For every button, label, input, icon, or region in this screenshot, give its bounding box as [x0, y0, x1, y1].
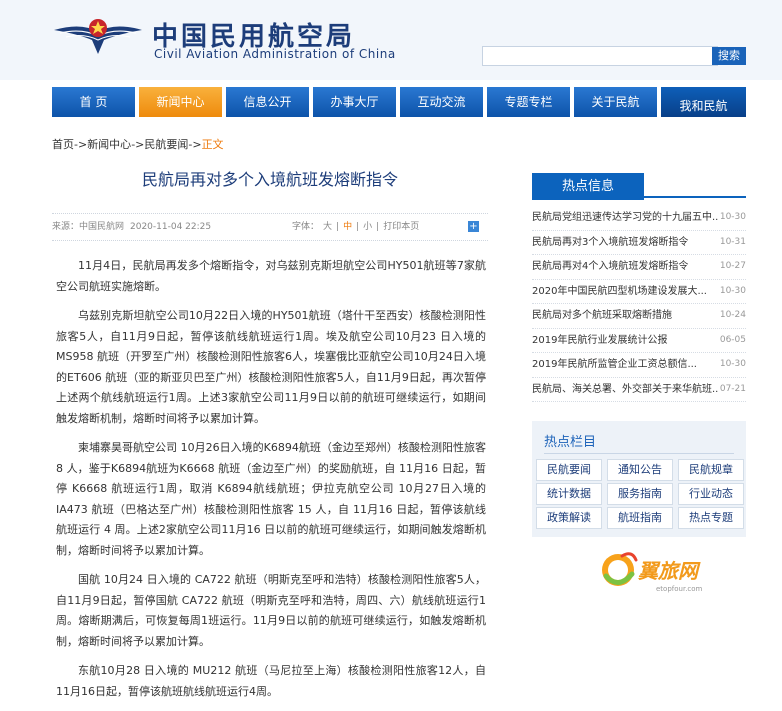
- nav-item-me-label: 我和民航: [679, 99, 728, 113]
- column-link-notices[interactable]: 通知公告: [607, 459, 673, 481]
- article-body: 11月4日，民航局再发多个熔断指令，对乌兹别克斯坦航空公司HY501航班等7家航…: [56, 256, 486, 711]
- share-plus-icon[interactable]: +: [468, 221, 479, 232]
- etopfour-brand-logo: 翼旅网 etopfour.com: [602, 552, 703, 593]
- nav-item-topics[interactable]: 专题专栏: [487, 87, 570, 117]
- hot-info-item-date: 10-30: [719, 285, 746, 296]
- hot-info-item-date: 10-30: [719, 359, 746, 369]
- nav-item-me[interactable]: 我和民航: [661, 87, 746, 117]
- hot-info-item[interactable]: 2019年民航所监管企业工资总额信... 10-30: [532, 353, 746, 378]
- brand-url: etopfour.com: [656, 585, 703, 593]
- brand-name-cn: 翼旅网: [637, 559, 701, 583]
- column-link-rules[interactable]: 民航规章: [678, 459, 744, 481]
- hot-info-item[interactable]: 民航局党组迅速传达学习党的十九届五中... 10-30: [532, 206, 746, 231]
- breadcrumb-sep: ->: [131, 138, 145, 151]
- print-link[interactable]: 打印本页: [383, 222, 419, 232]
- font-sep: |: [376, 222, 380, 232]
- nav-item-info[interactable]: 信息公开: [226, 87, 309, 117]
- hot-info-item-date: 06-05: [719, 334, 746, 345]
- hot-info-item-title: 民航局、海关总署、外交部关于来华航班...: [532, 383, 718, 395]
- hot-info-item-title: 2019年民航行业发展统计公报: [532, 334, 668, 346]
- nav-item-service[interactable]: 办事大厅: [313, 87, 396, 117]
- breadcrumb-news[interactable]: 新闻中心: [87, 138, 131, 151]
- site-header: 中国民用航空局 Civil Aviation Administration of…: [0, 0, 782, 80]
- article-title: 民航局再对多个入境航班发熔断指令: [141, 170, 398, 189]
- column-link-stats[interactable]: 统计数据: [536, 483, 602, 505]
- font-size-controls: 字体：大 | 中 | 小 | 打印本页: [290, 214, 421, 240]
- search-button[interactable]: 搜索: [712, 47, 746, 65]
- hot-info-item-date: 07-21: [719, 383, 746, 394]
- nav-item-news[interactable]: 新闻中心: [139, 87, 222, 117]
- hot-info-item-date: 10-24: [719, 310, 746, 320]
- hot-columns-rule: [544, 453, 734, 454]
- column-link-industry[interactable]: 行业动态: [678, 483, 744, 505]
- breadcrumb: 首页->新闻中心->民航要闻->正文: [52, 136, 224, 152]
- site-title-en: Civil Aviation Administration of China: [154, 47, 396, 61]
- article-paragraph: 柬埔寨昊哥航空公司 10月26日入境的K6894航班（金边至郑州）核酸检测阳性旅…: [56, 441, 486, 557]
- column-link-guide[interactable]: 服务指南: [607, 483, 673, 505]
- hot-info-item-title: 民航局党组迅速传达学习党的十九届五中...: [532, 212, 718, 223]
- hot-info-item-title: 民航局再对4个入境航班发熔断指令: [532, 261, 689, 272]
- main-nav: 首 页 新闻中心 信息公开 办事大厅 互动交流 专题专栏 关于民航 我和民航: [52, 87, 746, 117]
- breadcrumb-home[interactable]: 首页: [52, 138, 74, 151]
- caac-emblem-icon[interactable]: [52, 14, 144, 58]
- hot-info-item[interactable]: 民航局对多个航班采取熔断措施 10-24: [532, 304, 746, 329]
- article-paragraph: 11月4日，民航局再发多个熔断指令，对乌兹别克斯坦航空公司HY501航班等7家航…: [56, 259, 486, 293]
- article-paragraph: 乌兹别克斯坦航空公司10月22日入境的HY501航班（塔什干至西安）核酸检测阳性…: [56, 309, 486, 425]
- breadcrumb-category[interactable]: 民航要闻: [144, 138, 188, 151]
- font-small-link[interactable]: 小: [363, 222, 372, 232]
- article-paragraph: 东航10月28 日入境的 MU212 航班（马尼拉至上海）核酸检测阳性旅客12人…: [56, 664, 486, 698]
- hot-columns-box: 热点栏目 民航要闻 通知公告 民航规章 统计数据 服务指南 行业动态 政策解读 …: [532, 421, 746, 537]
- font-medium-link[interactable]: 中: [343, 222, 352, 232]
- search-input[interactable]: [482, 46, 718, 66]
- column-link-policy[interactable]: 政策解读: [536, 507, 602, 529]
- font-size-label: 字体：: [292, 222, 320, 232]
- hot-info-item-date: 10-27: [719, 261, 746, 271]
- hot-info-item[interactable]: 2019年民航行业发展统计公报 06-05: [532, 329, 746, 353]
- article-paragraph: 国航 10月24 日入境的 CA722 航班（明斯克至呼和浩特）核酸检测阳性旅客…: [56, 573, 486, 648]
- hot-info-item[interactable]: 民航局再对4个入境航班发熔断指令 10-27: [532, 255, 746, 280]
- column-link-topics[interactable]: 热点专题: [678, 507, 744, 529]
- nav-item-interact[interactable]: 互动交流: [400, 87, 483, 117]
- breadcrumb-sep: ->: [74, 138, 88, 151]
- hot-info-item-title: 2020年中国民航四型机场建设发展大...: [532, 285, 707, 297]
- hot-columns-title: 热点栏目: [544, 435, 597, 450]
- nav-item-about[interactable]: 关于民航: [574, 87, 657, 117]
- hot-info-item-title: 民航局再对3个入境航班发熔断指令: [532, 236, 689, 248]
- font-sep: |: [356, 222, 360, 232]
- font-large-link[interactable]: 大: [323, 222, 332, 232]
- hot-info-item-date: 10-30: [719, 212, 746, 222]
- article-meta: 来源：中国民航网 2020-11-04 22:25 字体：大 | 中 | 小 | 打印本页 …: [52, 213, 488, 241]
- column-link-news[interactable]: 民航要闻: [536, 459, 602, 481]
- hot-info-item[interactable]: 民航局再对3个入境航班发熔断指令 10-31: [532, 231, 746, 255]
- hot-info-item-title: 2019年民航所监管企业工资总额信...: [532, 359, 697, 370]
- column-link-flights[interactable]: 航班指南: [607, 507, 673, 529]
- hot-info-item-title: 民航局对多个航班采取熔断措施: [532, 310, 672, 321]
- hot-info-item[interactable]: 2020年中国民航四型机场建设发展大... 10-30: [532, 280, 746, 304]
- hot-info-title-rule: [532, 196, 746, 198]
- nav-item-home[interactable]: 首 页: [52, 87, 135, 117]
- hot-info-list: 民航局党组迅速传达学习党的十九届五中... 10-30 民航局再对3个入境航班发熔…: [532, 206, 746, 402]
- hot-info-item[interactable]: 民航局、海关总署、外交部关于来华航班... 07-21: [532, 378, 746, 402]
- breadcrumb-sep: ->: [188, 138, 202, 151]
- article-date: 2020-11-04 22:25: [130, 222, 212, 232]
- article-source: 来源：中国民航网: [52, 222, 125, 232]
- font-sep: |: [336, 222, 340, 232]
- breadcrumb-current: 正文: [201, 138, 224, 151]
- hot-info-item-date: 10-31: [719, 236, 746, 247]
